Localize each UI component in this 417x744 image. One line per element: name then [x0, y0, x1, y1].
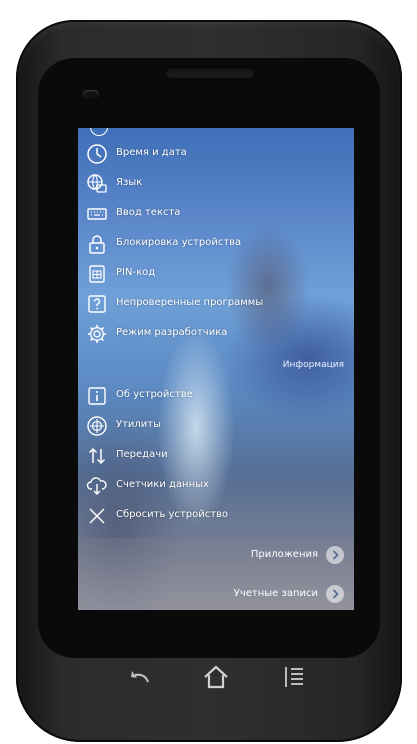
accounts-link-label: Учетные записи: [233, 588, 318, 599]
language-icon: [86, 173, 108, 195]
earpiece-speaker: [165, 66, 255, 78]
apps-link[interactable]: Приложения: [224, 545, 344, 565]
menu-list-icon: [278, 662, 310, 692]
menu-item-reset-device[interactable]: Сбросить устройство: [78, 502, 354, 532]
menu-item-label: Язык: [116, 177, 143, 188]
keyboard-icon: [86, 203, 108, 225]
menu-item-label: Ввод текста: [116, 207, 181, 218]
info-icon: [86, 385, 108, 407]
menu-item-unverified-apps[interactable]: Непроверенные программы: [78, 290, 354, 320]
close-icon: [86, 505, 108, 527]
menu-item-device-lock[interactable]: Блокировка устройства: [78, 230, 354, 260]
clock-icon: [86, 143, 108, 165]
plus-circle-icon: [86, 415, 108, 437]
menu-item-label: Время и дата: [116, 147, 187, 158]
device-screen: Время и дата Язык Ввод текста Блокировка…: [78, 128, 354, 610]
menu-item-transfers[interactable]: Передачи: [78, 442, 354, 472]
menu-button[interactable]: [278, 662, 310, 692]
menu-item-label: Передачи: [116, 449, 168, 460]
menu-item-pin[interactable]: PIN-код: [78, 260, 354, 290]
back-icon: [124, 662, 156, 692]
transfer-arrows-icon: [86, 445, 108, 467]
front-camera: [83, 90, 99, 98]
menu-item-label: Утилиты: [116, 419, 162, 430]
home-icon: [200, 662, 232, 692]
menu-item-about-device[interactable]: Об устройстве: [78, 382, 354, 412]
partial-icon: [90, 128, 108, 136]
menu-item-language[interactable]: Язык: [78, 170, 354, 200]
menu-item-label: Счетчики данных: [116, 479, 209, 490]
accounts-link[interactable]: Учетные записи: [204, 584, 344, 604]
menu-item-label: Режим разработчика: [116, 327, 228, 338]
menu-item-utilities[interactable]: Утилиты: [78, 412, 354, 442]
menu-item-label: PIN-код: [116, 267, 156, 278]
question-icon: [86, 293, 108, 315]
menu-item-date-time[interactable]: Время и дата: [78, 140, 354, 170]
sim-card-icon: [86, 263, 108, 285]
cloud-download-icon: [86, 475, 108, 497]
chevron-right-icon: [326, 546, 344, 564]
back-button[interactable]: [124, 662, 156, 692]
bottom-panel: Приложения Учетные записи: [78, 538, 354, 610]
lock-icon: [86, 233, 108, 255]
section-header-info: Информация: [282, 360, 344, 370]
menu-item-label: Блокировка устройства: [116, 237, 242, 248]
chevron-right-icon: [326, 585, 344, 603]
menu-item-data-counters[interactable]: Счетчики данных: [78, 472, 354, 502]
gear-icon: [86, 323, 108, 345]
menu-item-developer-mode[interactable]: Режим разработчика: [78, 320, 354, 350]
menu-item-label: Об устройстве: [116, 389, 193, 400]
menu-item-text-input[interactable]: Ввод текста: [78, 200, 354, 230]
menu-item-label: Непроверенные программы: [116, 297, 264, 308]
menu-item-label: Сбросить устройство: [116, 509, 229, 520]
home-button[interactable]: [200, 662, 232, 692]
apps-link-label: Приложения: [250, 549, 318, 560]
